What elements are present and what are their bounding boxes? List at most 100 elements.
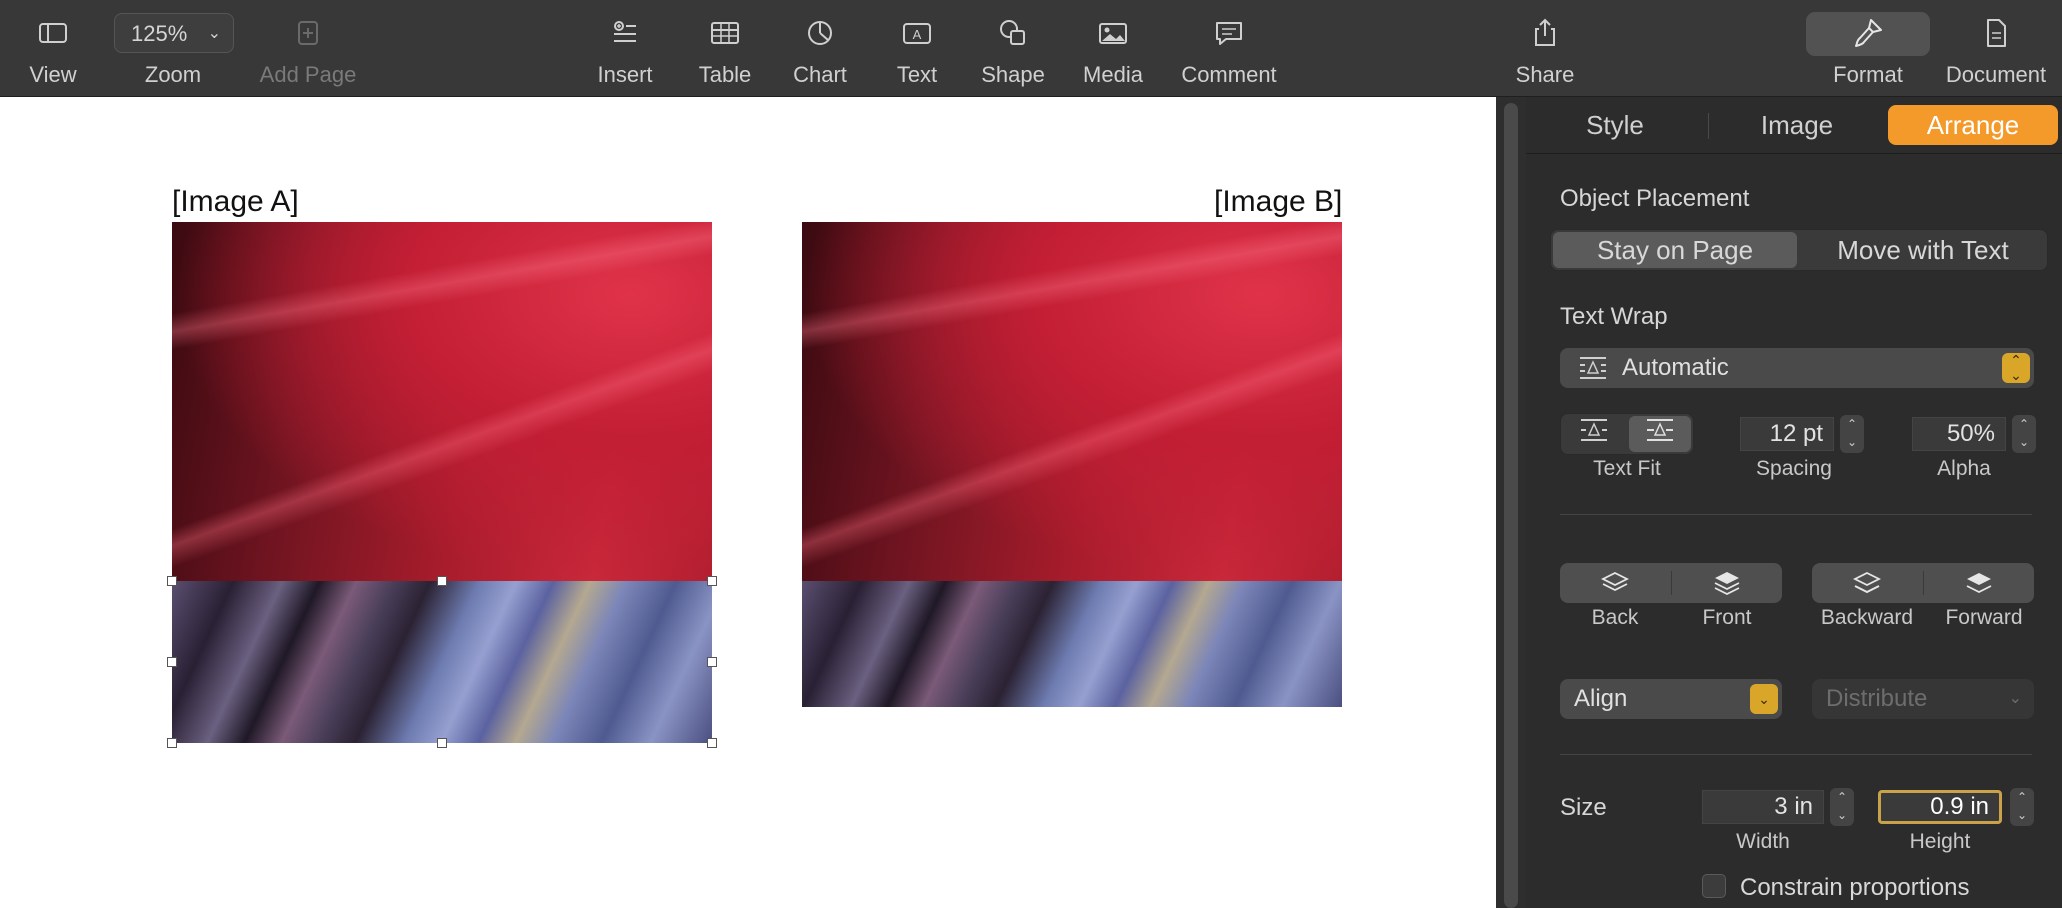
text-label: Text — [896, 62, 938, 87]
view-label: View — [29, 62, 77, 87]
text-wrap-value: Automatic — [1622, 354, 1729, 381]
text-fit-outline-option[interactable] — [1563, 416, 1625, 452]
constrain-proportions-label: Constrain proportions — [1740, 874, 1970, 901]
text-fit-label: Text Fit — [1593, 457, 1661, 480]
layers-backward-icon — [1852, 571, 1882, 594]
table-icon — [708, 16, 742, 50]
chevron-down-icon: ⌄ — [1750, 684, 1778, 714]
resize-handle-br[interactable] — [707, 738, 717, 748]
chevron-down-icon: ⌄ — [2008, 690, 2022, 707]
tab-arrange[interactable]: Arrange — [1888, 105, 2058, 145]
zoom-label: Zoom — [144, 62, 202, 87]
toolbar: View 125% ⌄ Zoom Add Page Insert Table C… — [0, 0, 2062, 97]
text-wrap-dropdown[interactable]: Automatic ⌃ ⌄ — [1560, 348, 2034, 388]
insert-button[interactable]: Insert — [585, 0, 665, 96]
share-button[interactable]: Share — [1510, 0, 1580, 96]
document-icon — [1979, 16, 2013, 50]
back-front-group — [1560, 563, 1782, 603]
shape-icon — [996, 16, 1030, 50]
height-stepper[interactable]: ⌃ ⌄ — [2010, 788, 2034, 826]
insert-label: Insert — [597, 62, 653, 87]
scrollbar-thumb[interactable] — [1504, 103, 1518, 908]
spacing-stepper[interactable]: ⌃ ⌄ — [1840, 415, 1864, 453]
distribute-label: Distribute — [1826, 685, 1928, 712]
stay-on-page-option[interactable]: Stay on Page — [1553, 232, 1797, 268]
media-icon — [1096, 16, 1130, 50]
move-with-text-option[interactable]: Move with Text — [1801, 232, 2045, 268]
resize-handle-mr[interactable] — [707, 657, 717, 667]
view-button[interactable]: View — [10, 0, 96, 96]
spacing-field[interactable]: 12 pt — [1740, 417, 1834, 451]
resize-handle-tl[interactable] — [167, 576, 177, 586]
resize-handle-tm[interactable] — [437, 576, 447, 586]
sidebar-icon — [36, 16, 70, 50]
format-button[interactable]: Format — [1818, 0, 1918, 96]
chart-label: Chart — [793, 62, 847, 87]
distribute-dropdown[interactable]: Distribute ⌄ — [1812, 679, 2034, 719]
front-label: Front — [1702, 606, 1752, 629]
text-button[interactable]: A Text — [882, 0, 952, 96]
media-button[interactable]: Media — [1075, 0, 1151, 96]
comment-button[interactable]: Comment — [1176, 0, 1282, 96]
layers-front-icon — [1714, 572, 1740, 596]
spacing-label: Spacing — [1756, 457, 1832, 480]
align-dropdown[interactable]: Align ⌄ — [1560, 679, 1782, 719]
height-label: Height — [1909, 830, 1971, 853]
table-button[interactable]: Table — [690, 0, 760, 96]
image-a-overlay-selected[interactable] — [172, 581, 712, 743]
comment-icon — [1212, 16, 1246, 50]
comment-label: Comment — [1181, 62, 1277, 87]
backward-forward-group — [1812, 563, 2034, 603]
resize-handle-bl[interactable] — [167, 738, 177, 748]
tab-style[interactable]: Style — [1540, 105, 1690, 145]
width-label: Width — [1736, 830, 1790, 853]
forward-label: Forward — [1945, 606, 2023, 629]
alpha-field[interactable]: 50% — [1912, 417, 2006, 451]
shape-label: Shape — [981, 62, 1045, 87]
shape-button[interactable]: Shape — [975, 0, 1051, 96]
alpha-label: Alpha — [1937, 457, 1991, 480]
document-canvas[interactable]: [Image A] [Image B] — [0, 97, 1496, 908]
share-label: Share — [1515, 62, 1575, 87]
document-button[interactable]: Document — [1938, 0, 2054, 96]
layers-forward-icon — [1966, 573, 1992, 594]
resize-handle-ml[interactable] — [167, 657, 177, 667]
backward-button[interactable] — [1812, 563, 1922, 603]
canvas-scrollbar[interactable] — [1496, 97, 1526, 908]
text-wrap-title: Text Wrap — [1560, 303, 1668, 330]
media-label: Media — [1083, 62, 1143, 87]
zoom-label-wrap: Zoom — [120, 0, 226, 96]
back-button[interactable] — [1560, 563, 1670, 603]
front-button[interactable] — [1672, 563, 1782, 603]
forward-button[interactable] — [1924, 563, 2034, 603]
backward-label: Backward — [1820, 606, 1914, 629]
width-field[interactable]: 3 in — [1702, 790, 1824, 824]
width-stepper[interactable]: ⌃ ⌄ — [1830, 788, 1854, 826]
inspector-tabs: Style Image Arrange — [1526, 97, 2062, 154]
size-title: Size — [1560, 794, 1607, 821]
back-label: Back — [1591, 606, 1639, 629]
add-page-icon — [291, 16, 325, 50]
chart-button[interactable]: Chart — [785, 0, 855, 96]
object-placement-control: Stay on Page Move with Text — [1550, 229, 2048, 271]
text-fit-shape-option[interactable] — [1629, 416, 1691, 452]
height-field[interactable]: 0.9 in — [1878, 790, 2002, 824]
image-a-red[interactable] — [172, 222, 712, 584]
add-page-button[interactable]: Add Page — [250, 0, 366, 96]
svg-text:A: A — [913, 27, 922, 42]
alpha-stepper[interactable]: ⌃ ⌄ — [2012, 415, 2036, 453]
tab-separator — [1708, 113, 1709, 139]
insert-icon — [608, 16, 642, 50]
wrap-shape-icon — [1647, 419, 1673, 441]
text-box-icon: A — [900, 16, 934, 50]
document-label: Document — [1945, 62, 2047, 87]
resize-handle-tr[interactable] — [707, 576, 717, 586]
wrap-outline-icon — [1581, 419, 1607, 441]
resize-handle-bm[interactable] — [437, 738, 447, 748]
constrain-proportions-checkbox[interactable] — [1702, 874, 1726, 898]
tab-image[interactable]: Image — [1722, 105, 1872, 145]
image-b-overlay[interactable] — [802, 581, 1342, 707]
format-sidebar: Style Image Arrange Object Placement Sta… — [1526, 97, 2062, 908]
image-b-red[interactable] — [802, 222, 1342, 584]
chevron-updown-icon: ⌃ ⌄ — [2002, 353, 2030, 383]
